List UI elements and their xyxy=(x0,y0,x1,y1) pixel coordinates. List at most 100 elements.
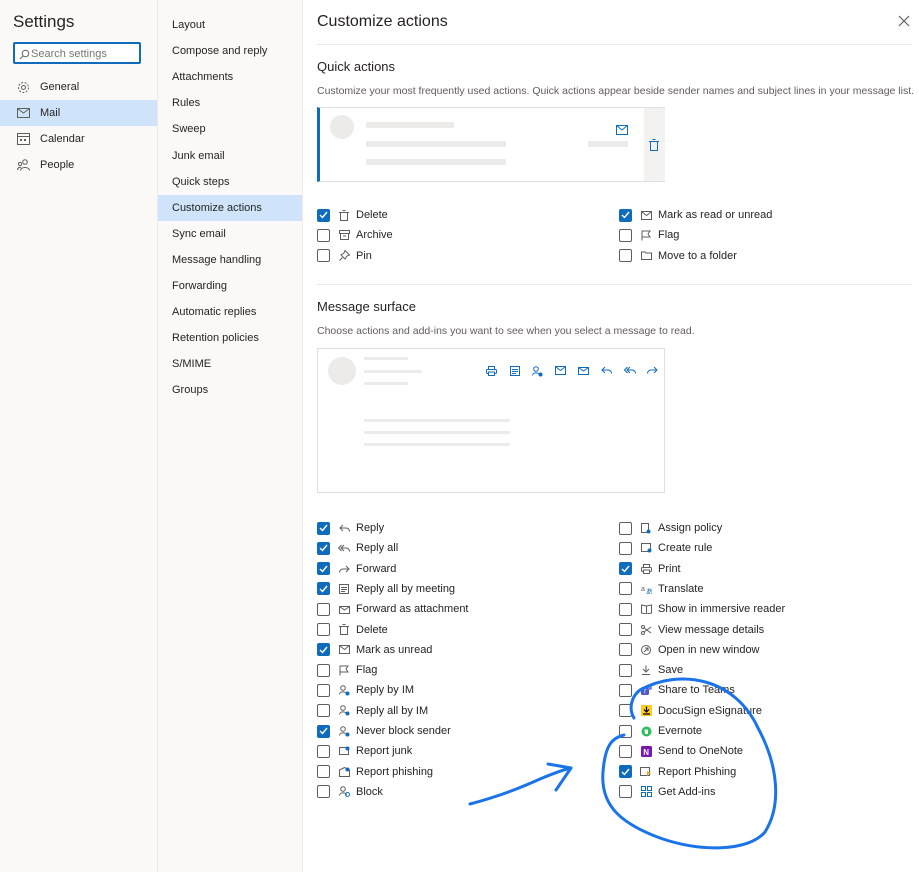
checkbox[interactable] xyxy=(317,582,330,596)
checkbox[interactable] xyxy=(619,704,632,718)
archive-icon xyxy=(338,229,350,241)
option-delete[interactable]: Delete xyxy=(317,206,388,224)
checkbox[interactable] xyxy=(317,521,330,535)
checkbox[interactable] xyxy=(317,208,330,222)
subnav-item-s-mime[interactable]: S/MIME xyxy=(158,351,302,377)
forward-attachment-icon xyxy=(572,366,595,378)
checkbox[interactable] xyxy=(317,228,330,242)
checkbox[interactable] xyxy=(317,724,330,738)
search-input[interactable] xyxy=(31,45,135,62)
checkbox[interactable] xyxy=(619,541,632,555)
subnav-item-retention-policies[interactable]: Retention policies xyxy=(158,325,302,351)
option-label: Mark as read or unread xyxy=(658,209,773,221)
option-block[interactable]: Block xyxy=(317,783,383,801)
option-evernote[interactable]: Evernote xyxy=(619,722,702,740)
subnav-item-sync-email[interactable]: Sync email xyxy=(158,221,302,247)
option-forward[interactable]: Forward xyxy=(317,560,396,578)
option-view-message-details[interactable]: View message details xyxy=(619,621,764,639)
checkbox[interactable] xyxy=(619,663,632,677)
nav-item-calendar[interactable]: Calendar xyxy=(0,126,157,152)
checkbox[interactable] xyxy=(619,724,632,738)
teams-icon: T xyxy=(640,684,652,696)
option-report-phishing[interactable]: Report phishing xyxy=(317,763,433,781)
checkbox[interactable] xyxy=(317,541,330,555)
checkbox[interactable] xyxy=(317,704,330,718)
checkbox[interactable] xyxy=(619,643,632,657)
option-reply-by-im[interactable]: Reply by IM xyxy=(317,681,414,699)
subnav-item-attachments[interactable]: Attachments xyxy=(158,64,302,90)
option-label: Delete xyxy=(356,623,388,636)
option-report-junk[interactable]: Report junk xyxy=(317,742,412,760)
option-create-rule[interactable]: Create rule xyxy=(619,539,712,557)
option-send-to-onenote[interactable]: N Send to OneNote xyxy=(619,742,743,760)
subnav-item-automatic-replies[interactable]: Automatic replies xyxy=(158,299,302,325)
subnav-item-junk-email[interactable]: Junk email xyxy=(158,143,302,169)
checkbox[interactable] xyxy=(317,744,330,758)
option-report-phishing[interactable]: Report Phishing xyxy=(619,763,736,781)
subnav-item-compose-and-reply[interactable]: Compose and reply xyxy=(158,38,302,64)
option-reply-all-by-meeting[interactable]: Reply all by meeting xyxy=(317,580,455,598)
option-flag[interactable]: Flag xyxy=(619,226,679,244)
nav-item-general[interactable]: General xyxy=(0,74,157,100)
checkbox[interactable] xyxy=(317,643,330,657)
checkbox[interactable] xyxy=(619,623,632,636)
checkbox[interactable] xyxy=(317,623,330,636)
option-reply[interactable]: Reply xyxy=(317,519,384,537)
option-reply-all-by-im[interactable]: Reply all by IM xyxy=(317,702,428,720)
option-delete[interactable]: Delete xyxy=(317,621,388,639)
checkbox[interactable] xyxy=(317,249,330,263)
option-never-block-sender[interactable]: Never block sender xyxy=(317,722,451,740)
option-label: Get Add-ins xyxy=(658,785,716,798)
checkbox[interactable] xyxy=(619,744,632,758)
option-move-to-a-folder[interactable]: Move to a folder xyxy=(619,247,737,265)
option-mark-as-read-or-unread[interactable]: Mark as read or unread xyxy=(619,206,772,224)
option-forward-as-attachment[interactable]: Forward as attachment xyxy=(317,600,469,618)
checkbox[interactable] xyxy=(619,208,632,222)
checkbox[interactable] xyxy=(317,602,330,616)
subnav-item-message-handling[interactable]: Message handling xyxy=(158,247,302,273)
option-show-in-immersive-reader[interactable]: Show in immersive reader xyxy=(619,600,785,618)
option-archive[interactable]: Archive xyxy=(317,226,393,244)
checkbox[interactable] xyxy=(317,663,330,677)
option-label: View message details xyxy=(658,623,765,636)
checkbox[interactable] xyxy=(619,249,632,263)
checkbox[interactable] xyxy=(619,602,632,616)
pin-icon xyxy=(338,250,350,262)
checkbox[interactable] xyxy=(317,683,330,697)
option-share-to-teams[interactable]: T Share to Teams xyxy=(619,681,735,699)
subnav-item-groups[interactable]: Groups xyxy=(158,377,302,403)
search-box[interactable] xyxy=(13,42,141,64)
option-translate[interactable]: a あ Translate xyxy=(619,580,703,598)
option-docusign-esignature[interactable]: DocuSign eSignature xyxy=(619,702,762,720)
checkbox[interactable] xyxy=(619,683,632,697)
checkbox[interactable] xyxy=(619,228,632,242)
subnav-item-rules[interactable]: Rules xyxy=(158,90,302,116)
trash-icon xyxy=(338,209,350,221)
checkbox[interactable] xyxy=(317,765,330,779)
checkbox[interactable] xyxy=(619,765,632,779)
close-icon[interactable] xyxy=(897,14,911,28)
checkbox[interactable] xyxy=(317,562,330,576)
option-print[interactable]: Print xyxy=(619,560,681,578)
option-open-in-new-window[interactable]: Open in new window xyxy=(619,641,760,659)
checkbox[interactable] xyxy=(317,785,330,799)
customize-actions-panel: Customize actions Quick actions Customiz… xyxy=(303,0,919,872)
subnav-item-customize-actions[interactable]: Customize actions xyxy=(158,194,302,221)
option-assign-policy[interactable]: Assign policy xyxy=(619,519,722,537)
option-mark-as-unread[interactable]: Mark as unread xyxy=(317,641,432,659)
checkbox[interactable] xyxy=(619,562,632,576)
nav-item-people[interactable]: People xyxy=(0,152,157,178)
checkbox[interactable] xyxy=(619,582,632,596)
option-pin[interactable]: Pin xyxy=(317,247,372,265)
option-save[interactable]: Save xyxy=(619,661,683,679)
nav-item-mail[interactable]: Mail xyxy=(0,100,157,126)
checkbox[interactable] xyxy=(619,785,632,799)
subnav-item-forwarding[interactable]: Forwarding xyxy=(158,273,302,299)
option-reply-all[interactable]: Reply all xyxy=(317,539,398,557)
subnav-item-sweep[interactable]: Sweep xyxy=(158,116,302,142)
option-flag[interactable]: Flag xyxy=(317,661,377,679)
checkbox[interactable] xyxy=(619,521,632,535)
subnav-item-quick-steps[interactable]: Quick steps xyxy=(158,169,302,195)
option-get-add-ins[interactable]: Get Add-ins xyxy=(619,783,715,801)
subnav-item-layout[interactable]: Layout xyxy=(158,12,302,38)
